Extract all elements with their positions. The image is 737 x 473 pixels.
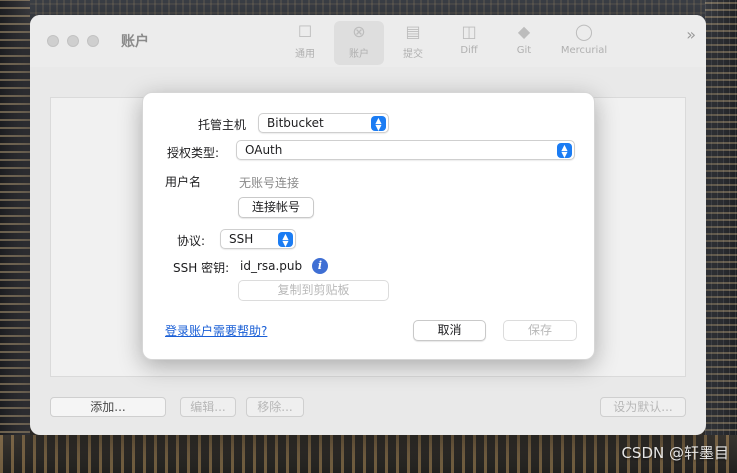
toolbar-tab-diff[interactable]: ◫ Diff xyxy=(444,21,494,56)
chevron-updown-icon: ▲ ▼ xyxy=(371,116,386,132)
window-title: 账户 xyxy=(121,34,149,50)
host-label: 托管主机 xyxy=(198,118,247,132)
host-select[interactable]: Bitbucket ▲ ▼ xyxy=(258,113,389,133)
mercurial-icon: ◯ xyxy=(575,22,593,41)
zoom-window-button[interactable] xyxy=(87,35,99,47)
at-icon: ⊗ xyxy=(352,22,366,41)
auth-type-label: 授权类型: xyxy=(167,146,220,160)
close-window-button[interactable] xyxy=(47,35,59,47)
ssh-key-value: id_rsa.pub xyxy=(240,259,303,273)
auth-type-select-value: OAuth xyxy=(245,143,283,157)
title-bar: 账户 ☐ 通用 ⊗ 账户 ▤ 提交 ◫ Diff ◆ Git ◯ Mercuri… xyxy=(30,15,706,67)
chevron-updown-icon: ▲ ▼ xyxy=(278,232,293,248)
edit-account-button[interactable]: 编辑... xyxy=(180,397,236,417)
toolbar-tab-git[interactable]: ◆ Git xyxy=(499,21,549,56)
toolbar-tab-mercurial[interactable]: ◯ Mercurial xyxy=(556,21,612,56)
add-account-button[interactable]: 添加... xyxy=(50,397,166,417)
desktop-building-right xyxy=(705,0,737,473)
toolbar-tab-accounts[interactable]: ⊗ 账户 xyxy=(334,21,384,65)
desktop-building-left xyxy=(0,0,30,473)
set-default-button[interactable]: 设为默认... xyxy=(600,397,686,417)
toolbar-tab-label: 提交 xyxy=(403,49,423,60)
add-account-dialog: 托管主机 Bitbucket ▲ ▼ 授权类型: OAuth ▲ ▼ 用户名 无账号… xyxy=(142,92,595,360)
username-value: 无账号连接 xyxy=(239,176,300,190)
help-login-link[interactable]: 登录账户需要帮助? xyxy=(165,322,267,339)
diff-icon: ◫ xyxy=(461,22,477,41)
chevron-updown-icon: ▲ ▼ xyxy=(557,143,572,159)
git-icon: ◆ xyxy=(517,22,531,41)
ssh-key-label: SSH 密钥: xyxy=(173,261,230,275)
document-icon: ▤ xyxy=(405,22,421,41)
protocol-select-value: SSH xyxy=(229,232,254,246)
host-select-value: Bitbucket xyxy=(267,116,324,130)
auth-type-select[interactable]: OAuth ▲ ▼ xyxy=(236,140,575,160)
cancel-button[interactable]: 取消 xyxy=(413,320,486,341)
protocol-select[interactable]: SSH ▲ ▼ xyxy=(220,229,296,249)
remove-account-button[interactable]: 移除... xyxy=(246,397,304,417)
phone-icon: ☐ xyxy=(297,22,313,41)
watermark: CSDN @轩墨目 xyxy=(621,444,729,462)
save-button[interactable]: 保存 xyxy=(503,320,577,341)
toolbar-tab-label: 通用 xyxy=(295,49,315,60)
protocol-label: 协议: xyxy=(177,234,206,248)
username-label: 用户名 xyxy=(165,175,202,189)
connect-account-button[interactable]: 连接帐号 xyxy=(238,197,314,218)
copy-to-clipboard-button[interactable]: 复制到剪贴板 xyxy=(238,280,389,301)
toolbar-tab-label: 账户 xyxy=(349,49,369,60)
toolbar-tab-label: Mercurial xyxy=(560,45,608,56)
toolbar-tab-label: Diff xyxy=(460,45,478,56)
toolbar-tab-label: Git xyxy=(516,45,532,56)
info-icon[interactable]: i xyxy=(312,258,328,274)
toolbar-overflow-chevron-icon[interactable]: » xyxy=(686,25,696,44)
minimize-window-button[interactable] xyxy=(67,35,79,47)
toolbar-tab-commit[interactable]: ▤ 提交 xyxy=(388,21,438,60)
toolbar-tab-general[interactable]: ☐ 通用 xyxy=(280,21,330,60)
